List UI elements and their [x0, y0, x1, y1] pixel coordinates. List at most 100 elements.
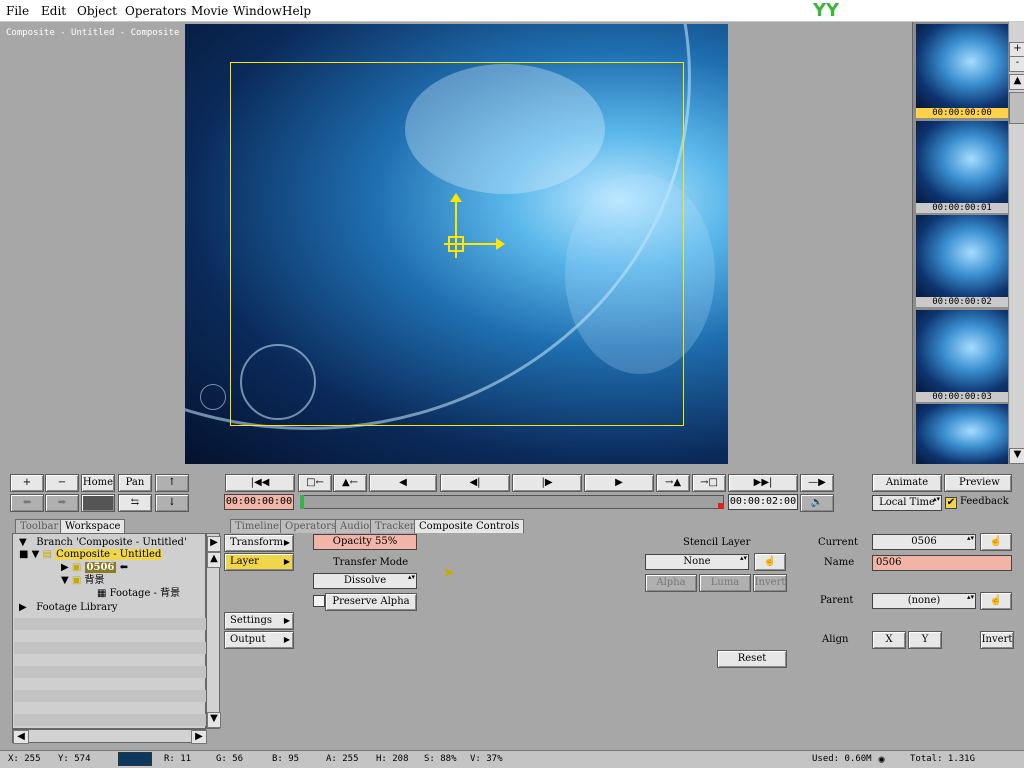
footage-icon: ▦ [97, 588, 107, 599]
arrow-right-icon[interactable] [496, 238, 505, 250]
output-button[interactable]: Output [224, 631, 294, 649]
thumbnail-zoom-out-button[interactable]: - [1009, 56, 1024, 72]
scroll-right-icon[interactable]: ▶ [191, 730, 207, 744]
set-in-point-button[interactable]: □← [298, 474, 332, 492]
tree-vertical-scrollbar[interactable]: ▶ ▲ ▼ [206, 533, 221, 729]
pick-whip-icon[interactable]: ☝ [754, 553, 786, 571]
current-layer-dropdown[interactable]: 0506 [872, 534, 976, 550]
go-to-out-button[interactable]: →▲ [656, 474, 690, 492]
current-time-field[interactable]: 00:00:00:00 [224, 494, 294, 510]
tab-composite-controls[interactable]: Composite Controls [414, 519, 525, 533]
set-out-point-button[interactable]: →□ [692, 474, 726, 492]
down-arrow-icon[interactable]: ↓ [155, 494, 189, 512]
tree-layer-item[interactable]: ▶ ▣ 0506 ⬅ [61, 562, 128, 574]
preserve-alpha-button[interactable]: Preserve Alpha [325, 593, 417, 611]
time-slider[interactable] [300, 495, 724, 509]
thumbnail-frame[interactable] [916, 310, 1008, 394]
tree-library-item[interactable]: ▶ Footage Library [19, 602, 118, 614]
pan-button[interactable]: Pan [118, 474, 152, 492]
tree-composite-item[interactable]: ■ ▼ ▤ Composite - Untitled [19, 549, 163, 561]
scroll-left-icon[interactable]: ◀ [13, 730, 29, 744]
step-back-button[interactable]: ◀| [440, 474, 510, 492]
tab-audio[interactable]: Audio [335, 519, 375, 533]
stencil-alpha-button[interactable]: Alpha [645, 574, 697, 592]
feedback-checkbox[interactable]: ✔ [945, 497, 957, 509]
mouse-cursor-icon: ➤ [443, 565, 455, 581]
local-time-dropdown[interactable]: Local Time [872, 495, 942, 511]
scroll-down-icon[interactable]: ▼ [1009, 448, 1024, 464]
tab-workspace[interactable]: Workspace [60, 519, 126, 533]
loop-button[interactable]: —▶ [800, 474, 834, 492]
speaker-icon[interactable]: 🔈 [800, 494, 834, 512]
preserve-alpha-checkbox[interactable] [313, 595, 325, 607]
expand-right-icon[interactable]: ▶ [19, 602, 27, 613]
home-button[interactable]: Home [81, 474, 115, 492]
invert-button[interactable]: Invert [980, 631, 1014, 649]
tree-empty-row [14, 642, 206, 654]
align-y-button[interactable]: Y [908, 631, 942, 649]
tab-toolbar[interactable]: Toolbar [15, 519, 64, 533]
go-to-end-button[interactable]: ▶▶| [728, 474, 798, 492]
forward-arrow-icon[interactable]: ➡ [45, 494, 79, 512]
menu-edit[interactable]: Edit [41, 4, 66, 18]
tree-horizontal-scrollbar[interactable]: ◀ ▶ [12, 729, 207, 744]
reset-button[interactable]: Reset [717, 650, 787, 668]
align-x-button[interactable]: X [872, 631, 906, 649]
tree-footage-item[interactable]: ▦ Footage - 背景 [97, 588, 180, 600]
zoom-out-button[interactable]: − [45, 474, 79, 492]
menu-help[interactable]: Help [282, 4, 311, 18]
stencil-luma-button[interactable]: Luma [699, 574, 751, 592]
pick-whip-icon[interactable]: ☝ [980, 533, 1012, 551]
opacity-slider[interactable]: Opacity 55% [313, 534, 417, 550]
name-input[interactable]: 0506 [872, 555, 1012, 571]
up-arrow-icon[interactable]: ↑ [155, 474, 189, 492]
out-point-marker[interactable] [718, 503, 724, 509]
play-button[interactable]: ▶ [584, 474, 654, 492]
color-swatch-button[interactable] [81, 494, 115, 512]
preview-button[interactable]: Preview [944, 474, 1012, 492]
expand-right-icon[interactable]: ▶ [61, 562, 69, 573]
transform-anchor[interactable] [448, 236, 464, 252]
play-reverse-button[interactable]: ◀ [369, 474, 437, 492]
transform-button[interactable]: Transform [224, 534, 294, 552]
scroll-down-icon[interactable]: ▼ [207, 712, 221, 728]
thumbnail-frame[interactable] [916, 24, 1008, 108]
tab-operators[interactable]: Operators [280, 519, 342, 533]
expand-icon[interactable]: ▼ [32, 549, 40, 560]
tree-branch-item[interactable]: ▼ Branch 'Composite - Untitled' [19, 537, 187, 549]
go-to-start-button[interactable]: |◀◀ [225, 474, 295, 492]
animate-button[interactable]: Animate [872, 474, 942, 492]
expand-icon[interactable]: ▼ [61, 575, 69, 586]
thumbnail-scrollbar[interactable]: + - ▲ ▼ [1008, 22, 1024, 464]
stencil-invert-button[interactable]: Invert [753, 574, 787, 592]
go-to-in-button[interactable]: ▲← [333, 474, 367, 492]
arrow-up-icon[interactable] [450, 193, 462, 202]
tab-tracker[interactable]: Tracker [370, 519, 420, 533]
layer-button[interactable]: Layer [224, 553, 294, 571]
tab-timeline[interactable]: Timeline [230, 519, 285, 533]
thumbnail-frame[interactable] [916, 215, 1008, 299]
scroll-up-icon[interactable]: ▲ [1009, 74, 1024, 90]
stencil-layer-dropdown[interactable]: None [645, 554, 749, 570]
expand-icon[interactable]: ▼ [19, 537, 27, 548]
back-arrow-icon[interactable]: ⬅ [10, 494, 44, 512]
step-forward-button[interactable]: |▶ [512, 474, 582, 492]
menu-window[interactable]: Window [233, 4, 282, 18]
thumbnail-frame[interactable] [916, 404, 1008, 464]
transfer-mode-dropdown[interactable]: Dissolve [313, 573, 417, 589]
scroll-thumb[interactable] [1009, 92, 1024, 124]
tree-layer-item[interactable]: ▼ ▣ 背景 [61, 575, 105, 587]
end-time-field[interactable]: 00:00:02:00 [728, 494, 798, 510]
connect-icon[interactable]: ⇆ [118, 494, 152, 512]
menu-file[interactable]: File [6, 4, 29, 18]
parent-dropdown[interactable]: (none) [872, 593, 976, 609]
zoom-in-button[interactable]: + [10, 474, 44, 492]
scroll-up-icon[interactable]: ▲ [207, 552, 221, 568]
pick-whip-icon[interactable]: ☝ [980, 592, 1012, 610]
scroll-right-icon[interactable]: ▶ [207, 536, 221, 552]
thumbnail-frame[interactable] [916, 121, 1008, 205]
menu-object[interactable]: Object [77, 4, 117, 18]
menu-operators[interactable]: Operators [125, 4, 186, 18]
settings-button[interactable]: Settings [224, 612, 294, 630]
menu-movie[interactable]: Movie [191, 4, 228, 18]
